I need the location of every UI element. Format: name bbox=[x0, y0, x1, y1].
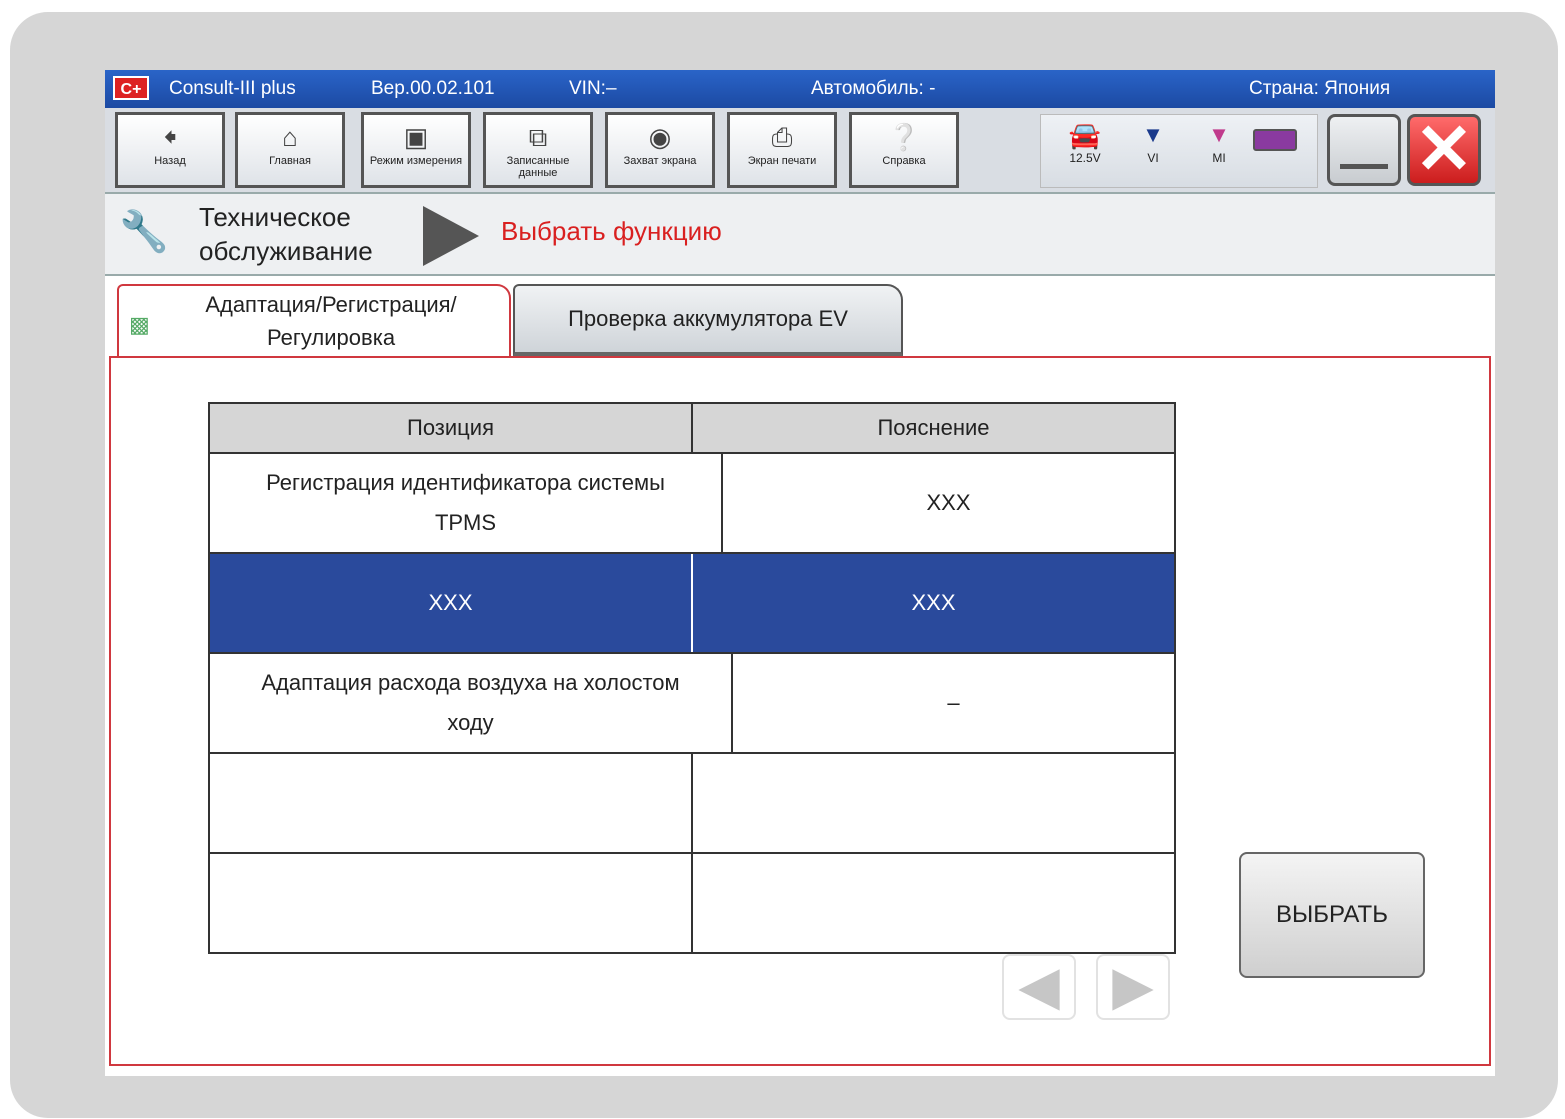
maintenance-icon: 🔧 bbox=[119, 210, 169, 254]
breadcrumb: 🔧 Техническое обслуживание Выбрать функц… bbox=[105, 194, 1495, 276]
app-logo: C+ bbox=[113, 76, 149, 100]
tab-adaptation-label: Адаптация/Регистрация/ Регулировка bbox=[205, 292, 457, 350]
vi-signal-icon: ▼ bbox=[1142, 122, 1164, 147]
back-button-label: Назад bbox=[154, 155, 186, 167]
table-row-selected[interactable]: XXX XXX bbox=[210, 552, 1174, 652]
table-row[interactable] bbox=[210, 752, 1174, 852]
measurement-mode-icon: ▣ bbox=[403, 122, 429, 152]
tab-adaptation[interactable]: ▩ Адаптация/Регистрация/ Регулировка bbox=[117, 284, 511, 356]
row-item: Регистрация идентификатора системы TPMS bbox=[266, 470, 665, 535]
chevron-right-icon: ▶ bbox=[1112, 956, 1154, 1016]
vi-label: VI bbox=[1147, 151, 1159, 165]
breadcrumb-parent: Техническое обслуживание bbox=[199, 202, 373, 266]
camera-icon: ◉ bbox=[648, 122, 672, 152]
row-item bbox=[210, 754, 691, 852]
measurement-mode-label: Режим измерения bbox=[369, 155, 463, 167]
help-button[interactable]: ❔ Справка bbox=[849, 112, 959, 188]
version-label: Вер.00.02.101 bbox=[371, 78, 495, 99]
battery-voltage: 🚘 12.5V bbox=[1055, 119, 1115, 165]
app-name: Consult-III plus bbox=[169, 78, 296, 99]
table-row[interactable]: Регистрация идентификатора системы TPMS … bbox=[210, 452, 1174, 552]
vi-status: ▼ VI bbox=[1133, 119, 1173, 165]
tab-ev-battery-check[interactable]: Проверка аккумулятора EV bbox=[513, 284, 903, 356]
voltage-value: 12.5V bbox=[1069, 151, 1101, 165]
select-button[interactable]: ВЫБРАТЬ bbox=[1239, 852, 1425, 978]
close-icon: ✕ bbox=[1414, 110, 1474, 188]
help-icon: ❔ bbox=[887, 122, 921, 152]
print-screen-label: Экран печати bbox=[747, 155, 817, 167]
close-button[interactable]: ✕ bbox=[1407, 114, 1481, 186]
screen-capture-label: Захват экрана bbox=[623, 155, 697, 167]
table-header: Позиция Пояснение bbox=[210, 404, 1174, 452]
battery-icon bbox=[1253, 119, 1303, 151]
row-item bbox=[210, 854, 691, 952]
print-screen-button[interactable]: ⎙ Экран печати bbox=[727, 112, 837, 188]
chevron-left-icon: ◀ bbox=[1018, 956, 1060, 1016]
minimize-button[interactable] bbox=[1327, 114, 1401, 186]
row-description bbox=[691, 854, 1174, 952]
mi-label: MI bbox=[1212, 151, 1226, 165]
printer-icon: ⎙ bbox=[771, 122, 793, 152]
app-window: C+ Consult-III plus Вер.00.02.101 VIN:– … bbox=[103, 68, 1497, 1078]
vin-label: VIN:– bbox=[569, 78, 617, 99]
help-button-label: Справка bbox=[882, 155, 926, 167]
mi-status: ▼ MI bbox=[1199, 119, 1239, 165]
home-button-label: Главная bbox=[269, 155, 311, 167]
recorded-data-button[interactable]: ⧉ Записанные данные bbox=[483, 112, 593, 188]
vehicle-label: Автомобиль: - bbox=[811, 78, 936, 99]
breadcrumb-current: Выбрать функцию bbox=[501, 216, 722, 246]
status-panel: 🚘 12.5V ▼ VI ▼ MI bbox=[1040, 114, 1318, 188]
breadcrumb-arrow-icon bbox=[423, 206, 479, 266]
row-description bbox=[691, 754, 1174, 852]
recorded-data-label: Записанные данные bbox=[506, 155, 570, 179]
back-arrow-icon: 🠸 bbox=[163, 122, 177, 152]
page-next-button[interactable]: ▶ bbox=[1096, 954, 1170, 1020]
screen-capture-button[interactable]: ◉ Захват экрана bbox=[605, 112, 715, 188]
function-table: Позиция Пояснение Регистрация идентифика… bbox=[208, 402, 1176, 954]
recorded-data-icon: ⧉ bbox=[528, 122, 548, 152]
toolbar: 🠸 Назад ⌂ Главная ▣ Режим измерения ⧉ За… bbox=[105, 108, 1495, 194]
row-item: Адаптация расхода воздуха на холостом хо… bbox=[261, 670, 680, 735]
mi-signal-icon: ▼ bbox=[1208, 122, 1230, 147]
tab-adaptation-icon: ▩ bbox=[129, 312, 150, 337]
title-bar: C+ Consult-III plus Вер.00.02.101 VIN:– … bbox=[105, 70, 1495, 108]
measurement-mode-button[interactable]: ▣ Режим измерения bbox=[361, 112, 471, 188]
home-icon: ⌂ bbox=[282, 122, 298, 152]
car-icon: 🚘 bbox=[1068, 120, 1102, 150]
header-description: Пояснение bbox=[691, 404, 1174, 452]
row-description: – bbox=[731, 654, 1174, 752]
header-item: Позиция bbox=[407, 415, 494, 440]
table-row[interactable] bbox=[210, 852, 1174, 952]
row-item: XXX bbox=[428, 590, 473, 615]
row-description: XXX bbox=[721, 454, 1174, 552]
country-label: Страна: Япония bbox=[1249, 78, 1391, 99]
function-panel: Позиция Пояснение Регистрация идентифика… bbox=[109, 356, 1491, 1066]
page-prev-button[interactable]: ◀ bbox=[1002, 954, 1076, 1020]
row-description: XXX bbox=[691, 554, 1174, 652]
tab-ev-battery-label: Проверка аккумулятора EV bbox=[568, 306, 848, 331]
table-row[interactable]: Адаптация расхода воздуха на холостом хо… bbox=[210, 652, 1174, 752]
home-button[interactable]: ⌂ Главная bbox=[235, 112, 345, 188]
back-button[interactable]: 🠸 Назад bbox=[115, 112, 225, 188]
